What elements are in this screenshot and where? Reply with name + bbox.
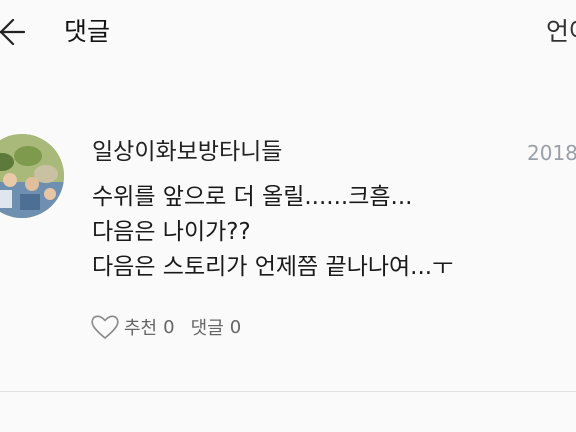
language-button[interactable]: 언어 xyxy=(546,14,576,50)
comment-body: 수위를 앞으로 더 올릴......크흠... 다음은 나이가?? 다음은 스토… xyxy=(92,180,572,285)
reply-button[interactable]: 댓글 0 xyxy=(191,314,242,340)
reply-label: 댓글 xyxy=(190,318,224,339)
comment-timestamp: 2018 xyxy=(527,141,576,165)
app-header: 댓글 언어 xyxy=(0,0,576,64)
heart-outline-icon xyxy=(91,315,119,339)
avatar[interactable] xyxy=(0,134,64,218)
comment-line: 다음은 스토리가 언제쯤 끝나나여...ㅜ xyxy=(92,254,454,280)
comment-item: 일상이화보방타니들 2018 수위를 앞으로 더 올릴......크흠... 다… xyxy=(0,130,576,392)
like-count: 0 xyxy=(163,316,175,338)
comment-line: 다음은 나이가?? xyxy=(92,219,251,245)
back-arrow-icon xyxy=(0,18,26,46)
comment-author[interactable]: 일상이화보방타니들 xyxy=(92,134,282,170)
page-title: 댓글 xyxy=(64,17,111,46)
divider xyxy=(0,391,576,392)
avatar-image xyxy=(0,134,64,218)
comment-actions: 추천 0 댓글 0 xyxy=(90,310,241,344)
reply-count: 0 xyxy=(229,316,242,338)
like-label: 추천 xyxy=(124,318,158,339)
comment-line: 수위를 앞으로 더 올릴......크흠... xyxy=(92,184,413,210)
like-button[interactable]: 추천 0 xyxy=(90,313,175,341)
back-button[interactable] xyxy=(0,14,26,50)
